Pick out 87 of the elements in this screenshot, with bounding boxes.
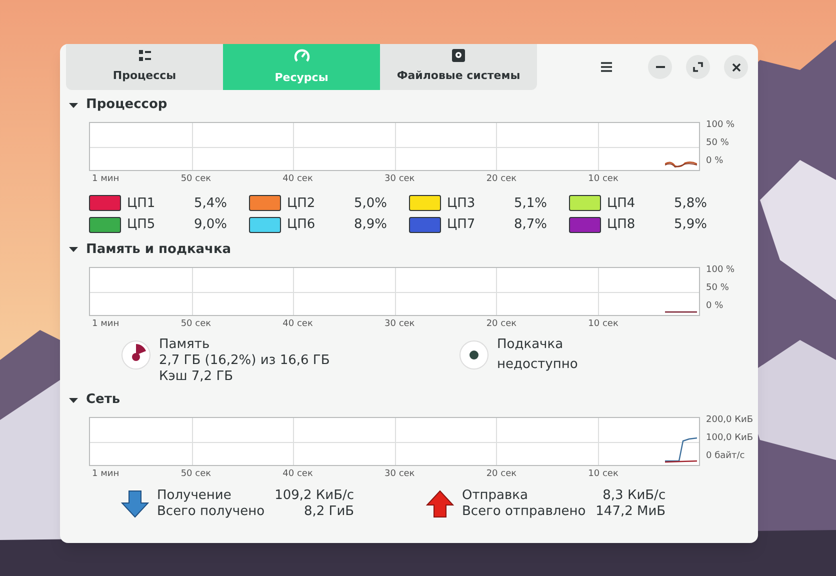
graph-line-drawing bbox=[665, 310, 697, 312]
axis-label: 0 байт/с bbox=[706, 450, 746, 463]
axis-label: 50 % bbox=[706, 137, 730, 150]
cpu-color-swatch[interactable] bbox=[569, 216, 601, 233]
close-icon bbox=[732, 62, 740, 72]
axis-label: 40 сек bbox=[282, 318, 313, 330]
swap-icon bbox=[459, 340, 489, 370]
tab[interactable]: Файловые системы bbox=[380, 44, 537, 90]
memory-label: Память bbox=[159, 337, 211, 353]
cpu-color-swatch[interactable] bbox=[409, 216, 441, 233]
section-title: Сеть bbox=[86, 391, 120, 410]
section-title: Процессор bbox=[86, 96, 168, 114]
cpu-color-swatch[interactable] bbox=[89, 216, 121, 233]
section-title: Память и подкачка bbox=[86, 240, 232, 259]
axis-label: 20 сек bbox=[486, 318, 517, 330]
graph-line-drawing bbox=[665, 160, 697, 168]
rate-label: Получение bbox=[157, 488, 232, 504]
memory-cache: Кэш 7,2 ГБ bbox=[159, 369, 234, 385]
gauge-icon bbox=[294, 48, 310, 64]
axis-label: 1 мин bbox=[92, 318, 120, 330]
menu-icon[interactable] bbox=[601, 62, 612, 72]
cpu-usage: 5,9% bbox=[672, 216, 707, 234]
axis-label: 100 % bbox=[706, 119, 735, 132]
cpu-usage: 8,7% bbox=[512, 216, 547, 234]
maximize-button[interactable] bbox=[686, 55, 710, 79]
cpu-label: ЦП1 bbox=[127, 194, 156, 212]
minimize-button[interactable] bbox=[648, 55, 672, 79]
cpu-label: ЦП6 bbox=[287, 216, 316, 234]
axis-label: 50 % bbox=[706, 282, 730, 294]
cpu-color-swatch[interactable] bbox=[249, 195, 281, 212]
axis-label: 1 мин bbox=[92, 173, 120, 186]
axis-label: 50 сек bbox=[180, 318, 212, 330]
axis-label: 40 сек bbox=[282, 173, 313, 186]
cpu-color-swatch[interactable] bbox=[249, 216, 281, 233]
up-arrow-icon bbox=[426, 490, 454, 518]
total-label: Всего отправлено bbox=[462, 504, 586, 520]
rate-value: 109,2 КиБ/с bbox=[274, 488, 354, 504]
cpu-usage: 5,4% bbox=[192, 194, 227, 212]
cpu-color-swatch[interactable] bbox=[569, 195, 601, 212]
axis-label: 40 сек bbox=[282, 468, 313, 481]
cpu-label: ЦП7 bbox=[447, 216, 476, 234]
axis-label: 10 сек bbox=[588, 468, 618, 481]
axis-label: 0 % bbox=[706, 155, 724, 168]
expander-icon[interactable] bbox=[69, 100, 78, 110]
cpu-usage: 5,8% bbox=[672, 194, 707, 212]
axis-label: 50 сек bbox=[180, 173, 212, 186]
rate-label: Отправка bbox=[462, 488, 530, 504]
axis-label: 30 сек bbox=[384, 468, 415, 481]
total-value: 147,2 МиБ bbox=[596, 504, 666, 520]
total-value: 8,2 ГиБ bbox=[302, 504, 354, 520]
axis-label: 1 мин bbox=[92, 468, 120, 481]
axis-label: 30 сек bbox=[384, 318, 415, 330]
axis-label: 30 сек bbox=[384, 173, 415, 186]
swap-status: недоступно bbox=[497, 357, 578, 373]
list-icon bbox=[138, 50, 150, 62]
expander-icon[interactable] bbox=[69, 396, 78, 404]
axis-label: 100 % bbox=[706, 264, 735, 276]
cpu-color-swatch[interactable] bbox=[89, 195, 121, 212]
cpu-color-swatch[interactable] bbox=[409, 195, 441, 212]
cpu-usage: 9,0% bbox=[192, 216, 227, 234]
maximize-icon bbox=[693, 62, 703, 72]
cpu-usage: 8,9% bbox=[352, 216, 387, 234]
cpu-usage: 5,1% bbox=[512, 194, 547, 212]
axis-label: 100,0 КиБ bbox=[706, 432, 754, 445]
axis-label: 200,0 КиБ bbox=[706, 414, 754, 427]
axis-label: 10 сек bbox=[588, 318, 618, 330]
cpu-label: ЦП8 bbox=[607, 216, 636, 234]
minimize-icon bbox=[656, 66, 664, 68]
cpu-label: ЦП4 bbox=[607, 194, 636, 212]
cpu-label: ЦП5 bbox=[127, 216, 156, 234]
tab[interactable]: Процессы bbox=[66, 44, 223, 90]
axis-label: 20 сек bbox=[486, 173, 517, 186]
memory-pie-icon bbox=[121, 340, 151, 370]
axis-label: 50 сек bbox=[180, 468, 212, 481]
rate-value: 8,3 КиБ/с bbox=[602, 488, 666, 504]
memory-usage: 2,7 ГБ (16,2%) из 16,6 ГБ bbox=[159, 353, 330, 369]
axis-label: 10 сек bbox=[588, 173, 618, 186]
axis-label: 0 % bbox=[706, 300, 724, 312]
cpu-usage: 5,0% bbox=[352, 194, 387, 212]
expander-icon[interactable] bbox=[69, 245, 78, 254]
axis-label: 20 сек bbox=[486, 468, 517, 481]
down-arrow-icon bbox=[121, 490, 149, 518]
swap-label: Подкачка bbox=[497, 337, 564, 353]
total-label: Всего получено bbox=[157, 504, 265, 520]
cpu-label: ЦП2 bbox=[287, 194, 316, 212]
cpu-label: ЦП3 bbox=[447, 194, 476, 212]
close-button[interactable] bbox=[724, 55, 748, 79]
